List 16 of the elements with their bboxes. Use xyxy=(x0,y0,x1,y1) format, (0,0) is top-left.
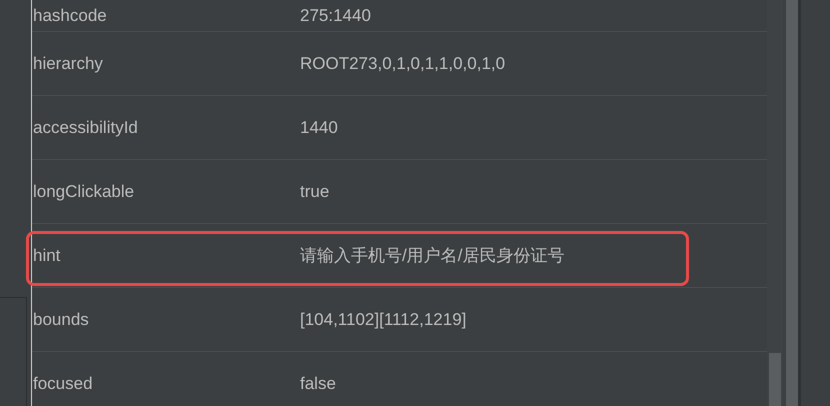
property-value: false xyxy=(300,374,336,394)
property-name: focused xyxy=(32,374,94,394)
property-value: [104,1102][1112,1219] xyxy=(300,310,466,330)
property-name: hint xyxy=(32,246,62,266)
property-value: 请输入手机号/用户名/居民身份证号 xyxy=(300,245,564,267)
property-name: hashcode xyxy=(32,6,108,26)
property-name: accessibilityId xyxy=(32,118,139,138)
property-name: longClickable xyxy=(32,182,136,202)
property-name: bounds xyxy=(32,310,90,330)
property-value: 275:1440 xyxy=(300,6,371,26)
scrollbar-thumb[interactable] xyxy=(769,353,781,406)
property-value: ROOT273,0,1,0,1,1,0,0,1,0 xyxy=(300,54,506,74)
property-value: 1440 xyxy=(300,118,338,138)
scrollbar[interactable] xyxy=(786,0,798,406)
property-name: hierarchy xyxy=(32,54,104,74)
property-value: true xyxy=(300,182,330,202)
